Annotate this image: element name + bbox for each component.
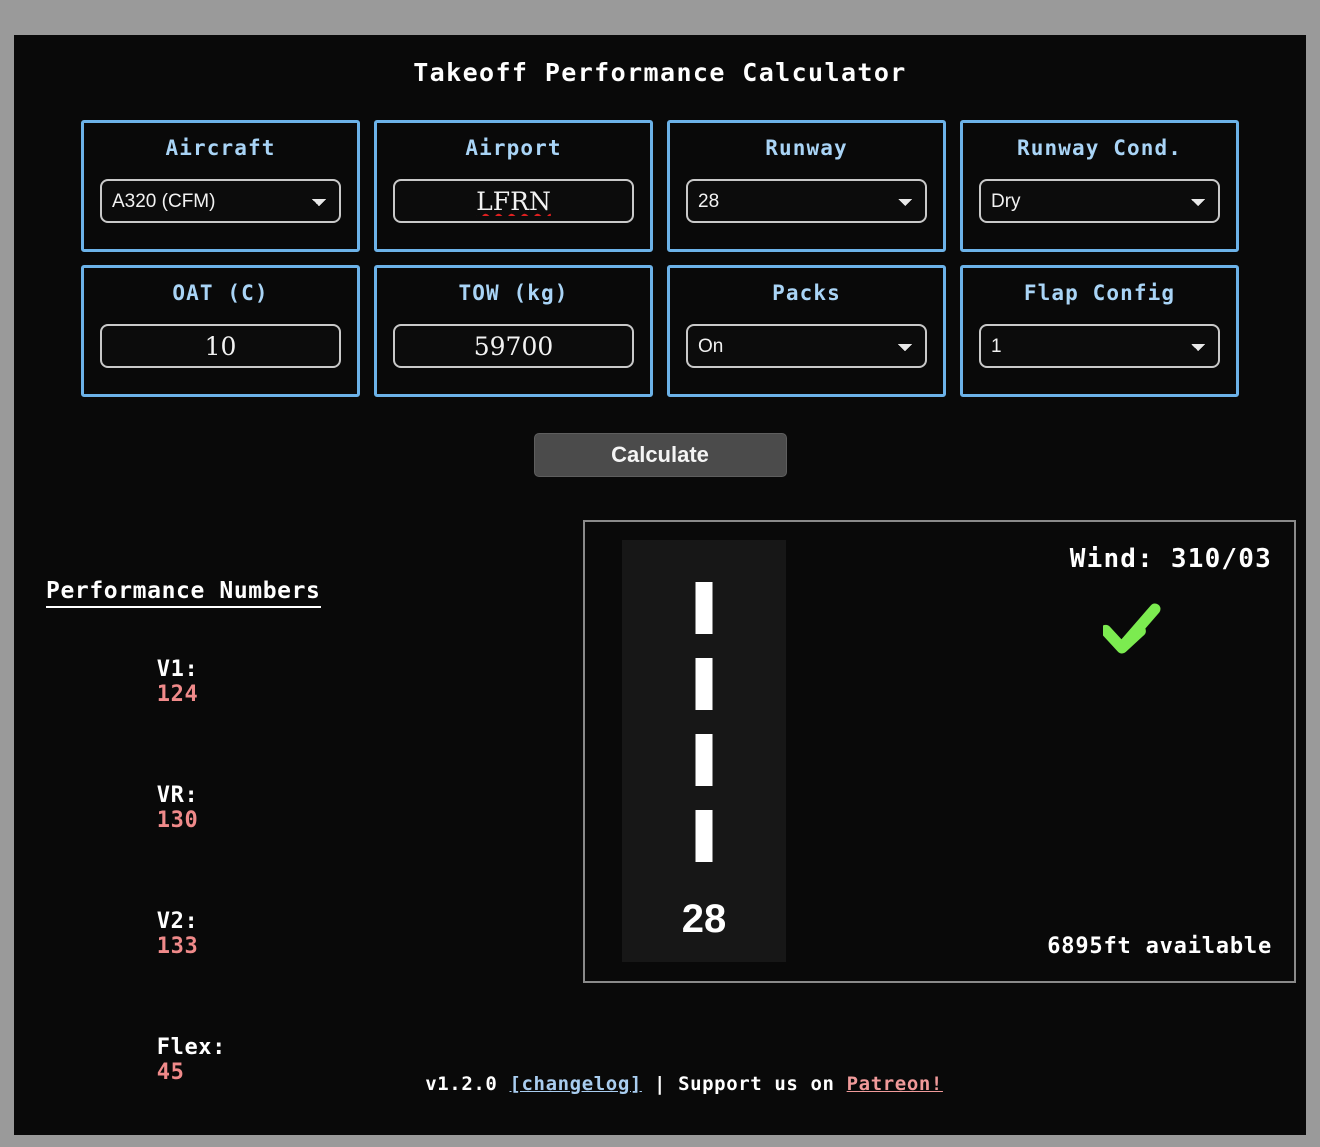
wind-direction-arrow-icon — [1103, 603, 1161, 654]
performance-value-vr: 130 — [156, 808, 199, 833]
performance-label-v1: V1: — [156, 657, 199, 682]
performance-row-v1: V1: 124 — [46, 632, 506, 732]
field-tow: TOW (kg) — [374, 265, 653, 397]
input-form: Aircraft A320 (CFM) Airport Runway 28 Ru… — [14, 120, 1306, 397]
runway-centerline-dash — [695, 658, 713, 710]
field-label-tow: TOW (kg) — [458, 281, 569, 305]
field-label-flap-config: Flap Config — [1023, 281, 1176, 305]
page-title: Takeoff Performance Calculator — [413, 58, 907, 87]
field-runway: Runway 28 — [667, 120, 946, 252]
packs-select[interactable]: On — [686, 324, 927, 368]
runway-designator: 28 — [681, 897, 727, 941]
flap-config-select[interactable]: 1 — [979, 324, 1220, 368]
field-label-aircraft: Aircraft — [165, 136, 276, 160]
field-label-runway: Runway — [765, 136, 848, 160]
runway-centerline-dash — [695, 582, 713, 634]
tow-input[interactable] — [393, 324, 634, 368]
field-flap-config: Flap Config 1 — [960, 265, 1239, 397]
performance-label-v2: V2: — [156, 909, 199, 934]
oat-input[interactable] — [100, 324, 341, 368]
changelog-link[interactable]: [changelog] — [509, 1073, 641, 1095]
field-label-oat: OAT (C) — [172, 281, 269, 305]
wind-readout: Wind: 310/03 — [1069, 544, 1272, 574]
runway-condition-select[interactable]: Dry — [979, 179, 1220, 223]
airport-input[interactable] — [393, 179, 634, 223]
runway-centerline-dash — [695, 734, 713, 786]
runway-diagram-panel: 28 Wind: 310/03 6895ft available — [583, 520, 1296, 983]
runway-select[interactable]: 28 — [686, 179, 927, 223]
field-runway-condition: Runway Cond. Dry — [960, 120, 1239, 252]
performance-heading: Performance Numbers — [46, 578, 321, 608]
performance-label-vr: VR: — [156, 783, 199, 808]
footer-version: v1.2.0 — [425, 1073, 498, 1095]
calculate-button[interactable]: Calculate — [533, 433, 787, 477]
runway-available-length: 6895ft available — [1047, 934, 1272, 959]
field-airport: Airport — [374, 120, 653, 252]
performance-value-v1: 124 — [156, 682, 199, 707]
performance-row-v2: V2: 133 — [46, 884, 506, 984]
patreon-link[interactable]: Patreon! — [847, 1073, 943, 1095]
app-window: Takeoff Performance Calculator Aircraft … — [14, 35, 1306, 1135]
footer-separator: | — [653, 1073, 667, 1095]
performance-row-vr: VR: 130 — [46, 758, 506, 858]
field-label-packs: Packs — [772, 281, 841, 305]
runway-centerline-dash — [695, 810, 713, 862]
field-label-airport: Airport — [465, 136, 562, 160]
footer-support-text: Support us on — [678, 1073, 835, 1095]
aircraft-select[interactable]: A320 (CFM) — [100, 179, 341, 223]
runway-strip: 28 — [622, 540, 786, 962]
field-oat: OAT (C) — [81, 265, 360, 397]
field-packs: Packs On — [667, 265, 946, 397]
results-area: Performance Numbers V1: 124 VR: 130 V2: … — [14, 520, 1306, 1085]
footer: v1.2.0 [changelog] | Support us on Patre… — [14, 1051, 1306, 1117]
performance-value-v2: 133 — [156, 934, 199, 959]
field-label-runway-condition: Runway Cond. — [1017, 136, 1182, 160]
calculate-row: Calculate — [14, 433, 1306, 477]
field-aircraft: Aircraft A320 (CFM) — [81, 120, 360, 252]
